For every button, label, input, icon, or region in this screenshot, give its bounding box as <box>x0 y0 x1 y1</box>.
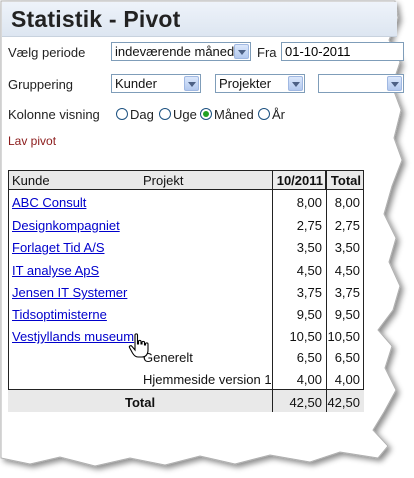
total-value: 8,00 <box>334 195 360 210</box>
from-date-input[interactable]: 01-10-2011 <box>281 42 404 61</box>
dropdown-arrow-icon <box>288 76 303 91</box>
total-value: 9,50 <box>334 307 360 322</box>
group3-select[interactable] <box>318 74 404 93</box>
dropdown-arrow-icon <box>234 44 249 59</box>
make-pivot-link[interactable]: Lav pivot <box>8 134 56 148</box>
radio-month[interactable] <box>200 108 212 120</box>
hand-cursor-icon <box>128 333 149 358</box>
radio-year-label: År <box>272 107 285 122</box>
total-value: 10,50 <box>327 329 360 344</box>
customer-link[interactable]: Forlaget Tid A/S <box>12 240 105 255</box>
customer-link[interactable]: Tidsoptimisterne <box>12 307 107 322</box>
total-value: 3,75 <box>334 285 360 300</box>
group1-select[interactable]: Kunder <box>111 74 201 93</box>
total-value: 4,50 <box>334 263 360 278</box>
period-value: 8,00 <box>296 195 322 210</box>
header-total: Total <box>330 173 361 188</box>
title-bar: Statistik - Pivot <box>2 2 397 37</box>
radio-day-label: Dag <box>130 107 154 122</box>
radio-day[interactable] <box>116 108 128 120</box>
customer-link[interactable]: Designkompagniet <box>12 218 120 233</box>
radio-week-label: Uge <box>173 107 197 122</box>
project-name: Hjemmeside version 1 <box>143 372 272 387</box>
period-value: 9,50 <box>296 307 322 322</box>
customer-link[interactable]: IT analyse ApS <box>12 263 99 278</box>
total-value: 6,50 <box>334 350 360 365</box>
radio-month-label: Måned <box>214 107 254 122</box>
total-value: 4,00 <box>334 372 360 387</box>
grouping-label: Gruppering <box>8 77 74 92</box>
period-label: Vælg periode <box>8 45 86 60</box>
page-title: Statistik - Pivot <box>11 6 181 32</box>
footer-divider <box>8 389 364 390</box>
customer-link[interactable]: ABC Consult <box>12 195 86 210</box>
period-select[interactable]: indeværende måned <box>111 42 251 61</box>
period-value: 6,50 <box>296 350 322 365</box>
total-value: 2,75 <box>334 218 360 233</box>
period-value: 2,75 <box>296 218 322 233</box>
footer-total-label: Total <box>125 395 156 410</box>
customer-link[interactable]: Jensen IT Systemer <box>12 285 127 300</box>
period-value: 4,50 <box>296 263 322 278</box>
total-value: 3,50 <box>334 240 360 255</box>
group2-select[interactable]: Projekter <box>215 74 305 93</box>
period-value: 3,75 <box>296 285 322 300</box>
period-value: 3,50 <box>296 240 322 255</box>
dropdown-arrow-icon <box>387 76 402 91</box>
dropdown-arrow-icon <box>184 76 199 91</box>
header-period: 10/2011 <box>276 173 323 188</box>
header-project: Projekt <box>143 173 184 188</box>
column-view-label: Kolonne visning <box>8 107 100 122</box>
customer-link[interactable]: Vestjyllands museum <box>12 329 134 344</box>
period-value: 4,00 <box>296 372 322 387</box>
from-label: Fra <box>257 45 277 60</box>
footer-grand-total: 42,50 <box>327 395 360 410</box>
header-customer: Kunde <box>12 173 50 188</box>
project-name: Generelt <box>143 350 193 365</box>
footer-period-total: 42,50 <box>289 395 322 410</box>
period-value: 10,50 <box>289 329 322 344</box>
page: Statistik - Pivot Vælg periode indeværen… <box>0 0 414 478</box>
radio-week[interactable] <box>159 108 171 120</box>
radio-year[interactable] <box>258 108 270 120</box>
